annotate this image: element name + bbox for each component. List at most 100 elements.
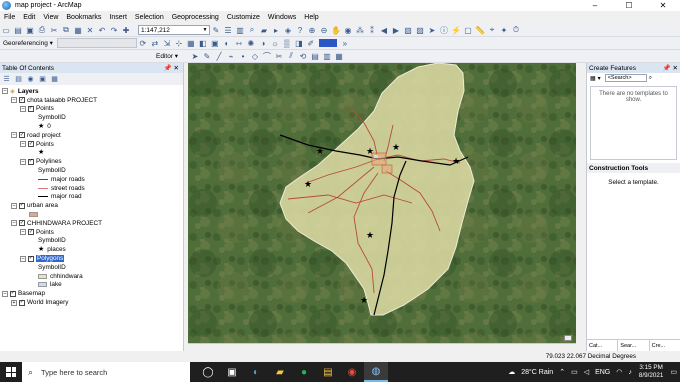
measure-icon[interactable]: 📏 — [475, 25, 485, 35]
create-features-icon[interactable]: ▦ — [334, 51, 344, 61]
list-by-drawing-order-icon[interactable]: ☰ — [2, 75, 11, 84]
toc-row[interactable]: chhindwara — [0, 272, 183, 281]
modelbuilder-icon[interactable]: ◈ — [283, 25, 293, 35]
language-indicator[interactable]: ENG — [595, 369, 610, 376]
collapse-icon[interactable]: – — [11, 97, 17, 104]
toc-row[interactable]: SymbolID — [0, 166, 183, 175]
edit-annotation-icon[interactable]: ✎ — [202, 51, 212, 61]
collapse-icon[interactable]: – — [2, 290, 8, 297]
back-extent-icon[interactable]: ◀ — [379, 25, 389, 35]
pan-icon[interactable]: ✋ — [331, 25, 341, 35]
menu-selection[interactable]: Selection — [135, 14, 164, 21]
straight-segment-icon[interactable]: ╱ — [214, 51, 224, 61]
add-control-points-icon[interactable]: ⊹ — [174, 38, 184, 48]
toc-row[interactable]: ★ — [0, 149, 183, 158]
spotify-icon[interactable]: ● — [292, 362, 316, 382]
georeferencing-layer-combo[interactable] — [56, 38, 137, 48]
redo-icon[interactable]: ↷ — [109, 25, 119, 35]
collapse-icon[interactable]: – — [20, 229, 26, 236]
start-button[interactable] — [0, 362, 22, 382]
open-folder-icon[interactable]: ▤ — [13, 25, 23, 35]
close-button[interactable]: ✕ — [646, 0, 680, 11]
swipe-icon[interactable]: ⇿ — [234, 38, 244, 48]
toc-row[interactable]: ★ 0 — [0, 122, 183, 131]
layer-icon[interactable]: ◧ — [198, 38, 208, 48]
expand-icon[interactable]: + — [11, 299, 17, 306]
toc-row[interactable]: street roads — [0, 184, 183, 193]
shift-icon[interactable]: ⇄ — [150, 38, 160, 48]
rotate-feature-icon[interactable]: ⟲ — [298, 51, 308, 61]
tab-create-features[interactable]: Cre... — [650, 340, 680, 351]
brightness-icon[interactable]: ☼ — [270, 38, 280, 48]
visibility-checkbox[interactable]: ✓ — [19, 220, 25, 227]
zoom-in-icon[interactable]: ⊕ — [307, 25, 317, 35]
arcmap-taskbar-icon[interactable]: ◍ — [364, 362, 388, 382]
minimize-button[interactable]: – — [578, 0, 612, 11]
task-view-icon[interactable]: ◯ — [196, 362, 220, 382]
cut-polygons-icon[interactable]: ✂ — [274, 51, 284, 61]
georeferencing-menu[interactable]: Georeferencing ▾ — [3, 38, 53, 48]
toc-row[interactable]: + ✓ World Imagery — [0, 298, 183, 307]
time-slider-icon[interactable]: ⏱ — [511, 25, 521, 35]
identify-icon[interactable]: ⓘ — [439, 25, 449, 35]
layer-2-icon[interactable]: ◨ — [294, 38, 304, 48]
maximize-button[interactable]: ☐ — [612, 0, 646, 11]
split-icon[interactable]: ⫽ — [286, 51, 296, 61]
edit-vertices-icon[interactable]: ◇ — [250, 51, 260, 61]
create-features-pin-close[interactable]: 📌 ✕ — [663, 64, 678, 72]
overflow-chevron-icon[interactable]: » — [340, 38, 350, 48]
scale-icon[interactable]: ⇲ — [162, 38, 172, 48]
menu-file[interactable]: File — [4, 14, 15, 21]
wifi-icon[interactable]: ◠ — [616, 368, 622, 376]
catalog-icon[interactable]: ▥ — [235, 25, 245, 35]
attributes-icon[interactable]: ▤ — [310, 51, 320, 61]
editor-menu[interactable]: Editor ▾ — [156, 51, 178, 61]
reshape-icon[interactable]: ⌒ — [262, 51, 272, 61]
notes-app-icon[interactable]: ▤ — [316, 362, 340, 382]
python-icon[interactable]: ▸ — [271, 25, 281, 35]
go-to-xy-icon[interactable]: ✦ — [499, 25, 509, 35]
search-window-icon[interactable]: ⌕ — [247, 25, 257, 35]
map-resize-icon[interactable] — [564, 335, 572, 341]
toc-row[interactable]: major roads — [0, 175, 183, 184]
menu-help[interactable]: Help — [304, 14, 318, 21]
tab-catalog[interactable]: Cat... — [587, 340, 619, 351]
collapse-icon[interactable]: – — [11, 220, 17, 227]
collapse-icon[interactable]: – — [20, 255, 26, 262]
copy-icon[interactable]: ⧉ — [61, 25, 71, 35]
view-link-table-icon[interactable]: ▦ — [186, 38, 196, 48]
editor-toolbar-icon[interactable]: ✎ — [211, 25, 221, 35]
toc-row[interactable]: SymbolID — [0, 263, 183, 272]
edit-tool-icon[interactable]: ➤ — [190, 51, 200, 61]
html-popup-icon[interactable]: ▢ — [463, 25, 473, 35]
print-icon[interactable]: ⎙ — [37, 25, 47, 35]
visibility-checkbox[interactable]: ✓ — [10, 290, 16, 297]
table-of-contents-icon[interactable]: ☰ — [223, 25, 233, 35]
sketch-properties-icon[interactable]: ▥ — [322, 51, 332, 61]
menu-edit[interactable]: Edit — [23, 14, 35, 21]
effects-icon[interactable]: ◐ — [222, 38, 232, 48]
collapse-icon[interactable]: – — [20, 105, 26, 112]
toc-row[interactable]: ★ places — [0, 245, 183, 254]
network-icon[interactable]: ▭ — [571, 368, 578, 376]
fixed-zoom-out-icon[interactable]: ⁑ — [367, 25, 377, 35]
toc-row[interactable]: – ◈ Layers — [0, 87, 183, 96]
toc-row[interactable]: – ✓ road project — [0, 131, 183, 140]
toc-row[interactable]: SymbolID — [0, 113, 183, 122]
map-scrollbar[interactable] — [188, 343, 576, 351]
collapse-icon[interactable]: – — [11, 202, 17, 209]
help-icon[interactable]: ? — [295, 25, 305, 35]
flicker-icon[interactable]: ✺ — [246, 38, 256, 48]
hyperlink-icon[interactable]: ⚡ — [451, 25, 461, 35]
visibility-checkbox[interactable]: ✓ — [28, 141, 34, 148]
draw-icon[interactable]: ✐ — [306, 38, 316, 48]
toc-row[interactable] — [0, 210, 183, 219]
collapse-icon[interactable]: – — [2, 88, 8, 95]
viewer-icon[interactable]: ▣ — [210, 38, 220, 48]
file-explorer-icon[interactable]: ▰ — [268, 362, 292, 382]
toc-row[interactable]: – ✓ Polylines — [0, 157, 183, 166]
toc-row[interactable]: – ✓ chota talaabb PROJECT — [0, 96, 183, 105]
select-features-icon[interactable]: ▧ — [403, 25, 413, 35]
forward-extent-icon[interactable]: ▶ — [391, 25, 401, 35]
clear-selection-icon[interactable]: ▨ — [415, 25, 425, 35]
